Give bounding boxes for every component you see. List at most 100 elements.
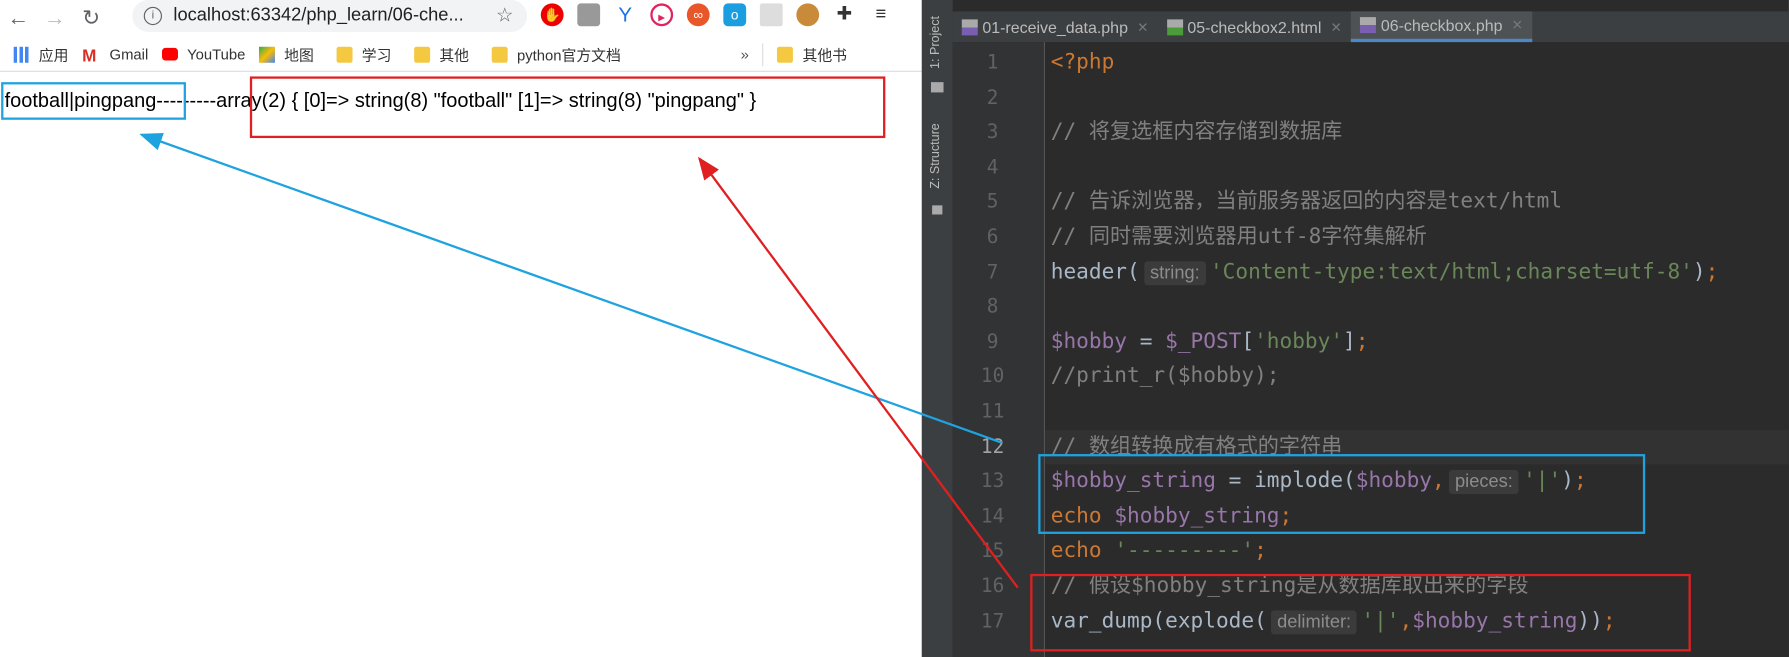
code-token: ;: [1355, 329, 1369, 354]
adblock-extension-icon[interactable]: ✋: [540, 3, 564, 27]
close-tab-icon[interactable]: ✕: [1137, 19, 1148, 35]
extensions: ✋ Y ▸ ∞ o ✚ ≡: [540, 3, 892, 27]
code-token: 'Content-type:text/html;charset=utf-8': [1209, 259, 1693, 284]
line-number: 10: [980, 365, 1005, 389]
code-token: ;: [1705, 259, 1719, 284]
vpn-extension-icon[interactable]: Y: [614, 3, 637, 26]
tab-06-checkbox-php[interactable]: 06-checkbox.php ✕: [1351, 11, 1533, 43]
close-tab-icon[interactable]: ✕: [1331, 19, 1342, 35]
code-editor[interactable]: <?php // 将复选框内容存储到数据库 // 告诉浏览器，当前服务器返回的内容是…: [1045, 42, 1789, 657]
line-number: 1: [986, 51, 999, 75]
line-number: 4: [986, 156, 999, 179]
dump-output-highlight: [249, 76, 886, 139]
line-number: 11: [980, 400, 1005, 424]
bookmark-youtube[interactable]: YouTube: [161, 46, 245, 63]
folder-icon: [491, 46, 508, 63]
more-bookmarks-button[interactable]: »: [741, 46, 749, 63]
code-token: <?php: [1050, 50, 1115, 75]
code-token: $_POST: [1165, 329, 1242, 354]
close-tab-icon[interactable]: ✕: [1512, 17, 1523, 33]
code-line[interactable]: // 将复选框内容存储到数据库: [1045, 115, 1789, 150]
reload-icon[interactable]: ↻: [73, 6, 110, 32]
bookmark-folder-other[interactable]: 其他: [414, 43, 469, 65]
youtube-icon: [161, 47, 178, 61]
tab-label: 06-checkbox.php: [1380, 15, 1503, 35]
code-line[interactable]: [1045, 395, 1789, 430]
bookmark-maps[interactable]: 地图: [259, 43, 314, 65]
line-number: 3: [986, 121, 999, 144]
bookmark-star-icon[interactable]: ☆: [496, 5, 513, 28]
line-gutter: 1 2 3 4 5 6 7 8 9 10 11 12 13 14 15 16 17: [952, 42, 1046, 657]
explode-code-highlight: [1030, 573, 1691, 652]
media-extension-icon[interactable]: ▸: [650, 3, 674, 27]
project-tool-tab[interactable]: 1: Project: [929, 16, 943, 69]
code-token: =: [1127, 329, 1166, 354]
code-token: header(: [1050, 259, 1140, 284]
code-token: ;: [1254, 538, 1267, 563]
line-number: 17: [980, 609, 1005, 633]
code-token: 'hobby': [1254, 329, 1344, 354]
html-file-icon: [1166, 18, 1183, 35]
ide-window: 1: Project Z: Structure 01-receive_data.…: [921, 0, 1789, 657]
parameter-hint: string:: [1144, 260, 1206, 285]
code-text: // 告诉浏览器，当前服务器返回的内容是text/html: [1051, 185, 1562, 220]
editor-tabs: 01-receive_data.php ✕ 05-checkbox2.html ✕ 06…: [952, 11, 1789, 43]
puzzle-extensions-icon[interactable]: ✚: [833, 3, 856, 26]
line-number: 6: [986, 225, 999, 249]
bookmark-gmail[interactable]: M Gmail: [82, 45, 149, 66]
code-token: '---------': [1114, 538, 1255, 563]
gmail-icon: M: [82, 46, 97, 66]
cookie-extension-icon[interactable]: [796, 3, 820, 27]
line-number: 5: [986, 190, 999, 214]
info-icon[interactable]: i: [143, 6, 163, 26]
code-token: [: [1241, 329, 1255, 354]
back-icon[interactable]: ←: [0, 6, 37, 31]
bookmark-label: Gmail: [109, 45, 149, 63]
bookmark-folder-study[interactable]: 学习: [336, 43, 392, 65]
code-line[interactable]: header(string: 'Content-type:text/html;ch…: [1045, 255, 1789, 290]
code-text: <?php: [1051, 46, 1115, 81]
code-line[interactable]: //print_r($hobby);: [1045, 360, 1789, 395]
reader-extension-icon[interactable]: [759, 3, 783, 27]
code-text: $hobby = $_POST['hobby'];: [1051, 325, 1369, 360]
code-line[interactable]: [1045, 81, 1789, 116]
line-number: 9: [986, 330, 999, 354]
infinity-extension-icon[interactable]: ∞: [686, 3, 710, 27]
playlist-icon[interactable]: ≡: [869, 3, 892, 26]
code-token: ): [1692, 259, 1706, 284]
code-line[interactable]: [1045, 290, 1789, 325]
maps-icon: [259, 46, 276, 63]
extension-icon[interactable]: [577, 3, 601, 27]
other-bookmarks-folder[interactable]: 其他书: [777, 43, 847, 65]
code-text: //print_r($hobby);: [1051, 360, 1280, 395]
bookmark-label: python官方文档: [516, 46, 621, 64]
code-line[interactable]: // 同时需要浏览器用utf-8字符集解析: [1045, 220, 1789, 255]
line-number: 14: [980, 505, 1005, 529]
code-line[interactable]: // 告诉浏览器，当前服务器返回的内容是text/html: [1045, 185, 1789, 220]
code-token: //print_r($hobby);: [1050, 364, 1280, 389]
address-bar[interactable]: i localhost:63342/php_learn/06-che... ☆: [132, 0, 528, 32]
forward-icon[interactable]: →: [37, 6, 74, 31]
structure-tool-tab[interactable]: Z: Structure: [929, 123, 943, 189]
implode-output-highlight: [1, 82, 186, 120]
tab-01-receive-data-php[interactable]: 01-receive_data.php ✕: [953, 11, 1158, 42]
hex-extension-icon[interactable]: o: [723, 3, 747, 27]
bookmark-apps[interactable]: 应用: [13, 43, 69, 65]
line-number: 16: [980, 575, 1005, 598]
bookmark-label: 其他: [439, 46, 470, 64]
browser-toolbar: ← → ↻ i localhost:63342/php_learn/06-che…: [0, 0, 922, 38]
php-file-icon: [1360, 17, 1377, 34]
code-line[interactable]: echo '---------';: [1045, 534, 1789, 569]
code-line[interactable]: [1045, 150, 1789, 185]
tab-05-checkbox2-html[interactable]: 05-checkbox2.html ✕: [1158, 11, 1351, 42]
code-token: // 同时需要浏览器用utf-8字符集解析: [1050, 224, 1427, 249]
code-line[interactable]: $hobby = $_POST['hobby'];: [1045, 325, 1789, 360]
code-line[interactable]: <?php: [1045, 46, 1789, 81]
bookmark-label: 应用: [38, 46, 69, 64]
bookmark-folder-python-docs[interactable]: python官方文档: [491, 43, 621, 65]
folder-icon: [930, 82, 944, 93]
bookmark-label: 学习: [361, 46, 392, 64]
url-text[interactable]: localhost:63342/php_learn/06-che...: [173, 6, 463, 27]
bookmarks-bar: 应用 M Gmail YouTube 地图 学习 其他 python官方文档 » …: [0, 38, 922, 72]
line-number: 12: [980, 435, 1005, 459]
